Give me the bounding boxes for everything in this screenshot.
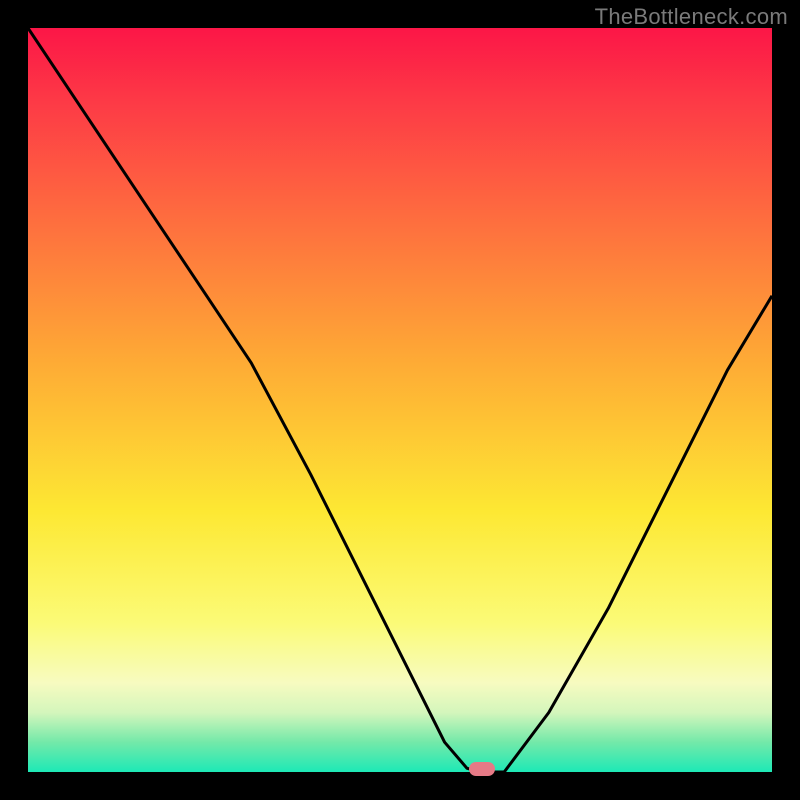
- plot-area: [28, 28, 772, 772]
- bottleneck-curve-path: [28, 28, 772, 772]
- chart-frame: TheBottleneck.com: [0, 0, 800, 800]
- curve-svg: [28, 28, 772, 772]
- watermark-text: TheBottleneck.com: [595, 4, 788, 30]
- minimum-marker: [469, 762, 495, 776]
